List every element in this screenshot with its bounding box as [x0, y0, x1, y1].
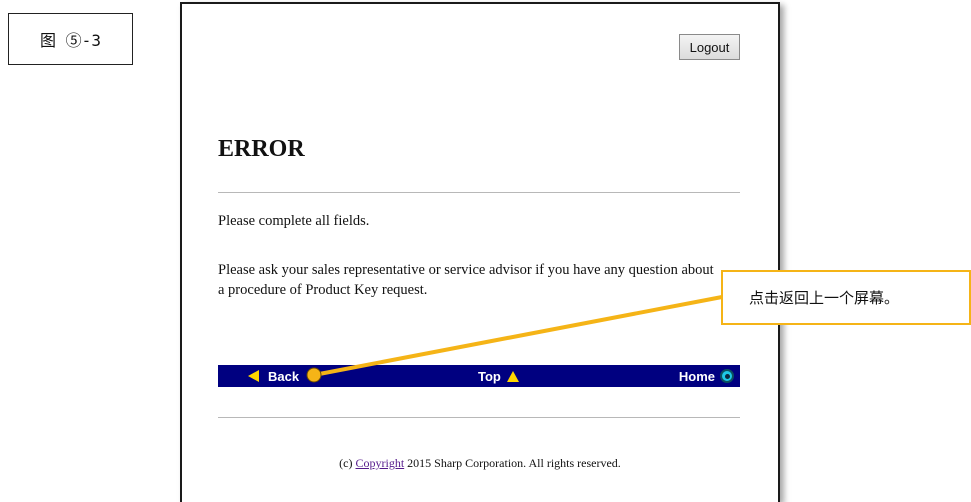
copyright-footer: (c) Copyright 2015 Sharp Corporation. Al…: [182, 456, 778, 471]
page-title: ERROR: [218, 136, 305, 162]
top-label: Top: [478, 368, 501, 384]
back-label: Back: [268, 368, 300, 384]
home-label: Home: [678, 368, 715, 384]
navigation-bar: Back Top Home: [218, 365, 740, 387]
help-message: Please ask your sales representative or …: [218, 262, 714, 298]
top-link[interactable]: Top: [478, 365, 519, 387]
callout-text: 点击返回上一个屏幕。: [749, 289, 900, 307]
back-link[interactable]: Back: [248, 365, 299, 387]
error-message: Please complete all fields.: [218, 213, 370, 229]
copyright-prefix: (c): [339, 456, 353, 470]
home-link[interactable]: Home: [679, 365, 734, 387]
callout-box: 点击返回上一个屏幕。: [721, 270, 971, 325]
logout-button[interactable]: Logout: [679, 34, 740, 60]
divider-bottom: [218, 417, 740, 418]
arrow-left-icon: [248, 370, 259, 382]
copyright-link[interactable]: Copyright: [356, 456, 405, 470]
home-icon: [720, 369, 734, 383]
copyright-text: 2015 Sharp Corporation. All rights reser…: [407, 456, 621, 470]
arrow-up-icon: [506, 370, 519, 382]
figure-label: 图 ⑤-3: [8, 13, 133, 65]
browser-screen: Logout ERROR Please complete all fields.…: [180, 2, 780, 502]
divider-top: [218, 192, 740, 193]
